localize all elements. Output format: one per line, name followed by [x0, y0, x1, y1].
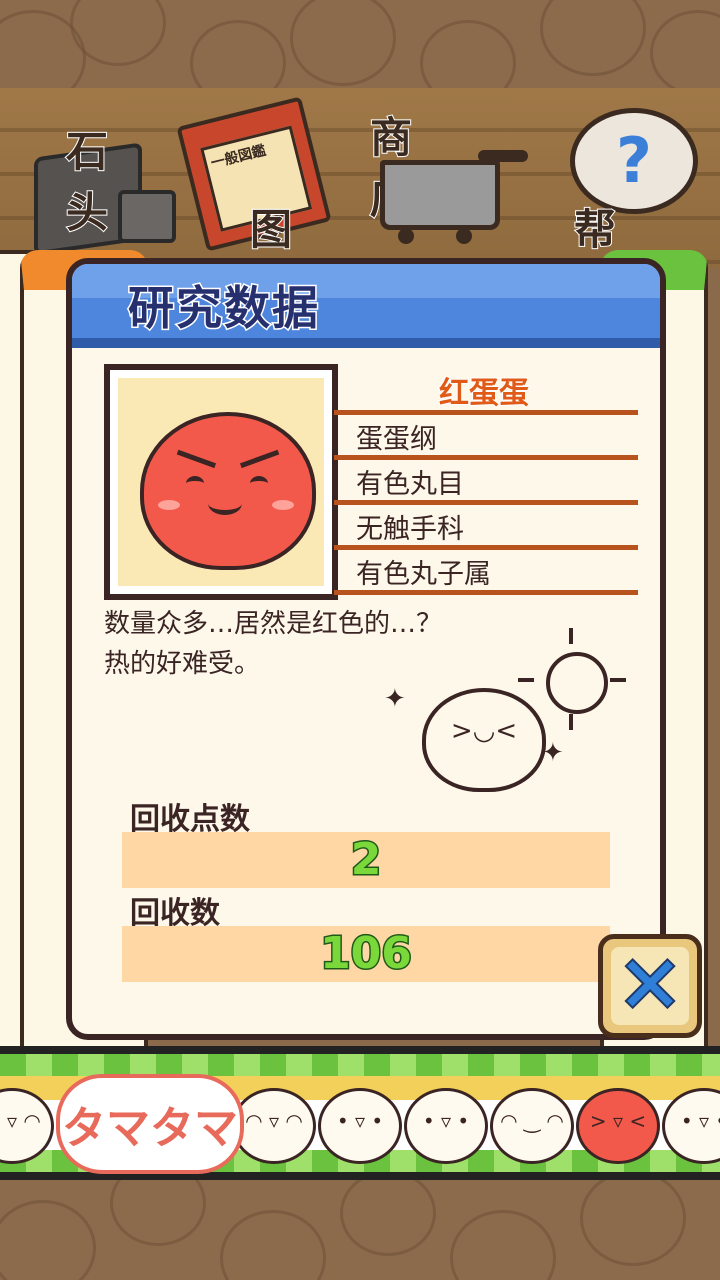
recovery-points-bar: 2: [122, 832, 610, 888]
taxonomy-order: 有色丸目: [334, 455, 638, 500]
sun-icon: [546, 652, 608, 714]
panel-header: 研究数据: [72, 264, 660, 348]
egg-collection-banner[interactable]: ◠ ▿ ◠ ◠ ▿ ◠ • ▿ • • ▿ • ◠ ‿ ◠ > ▿ < • ▿ …: [0, 1046, 720, 1180]
egg-portrait: [104, 364, 338, 600]
red-egg-icon: [140, 412, 316, 570]
taxonomy-family: 无触手科: [334, 500, 638, 545]
panel-title: 研究数据: [127, 280, 320, 337]
stone-menu-label: 石头: [65, 126, 109, 238]
recovery-points-value: 2: [349, 833, 383, 887]
white-egg-icon: ◠ ▿ ◠: [232, 1088, 316, 1164]
egg-description: 数量众多…居然是红色的…？ 热的好难受。: [104, 609, 443, 679]
taxonomy-class: 蛋蛋纲: [334, 410, 638, 455]
sparkle-icon: ✦: [384, 684, 406, 714]
recovery-count-value: 106: [319, 927, 414, 981]
white-egg-icon: ◠ ‿ ◠: [490, 1088, 574, 1164]
sparkle-icon: ✦: [542, 738, 564, 768]
book-cover-text: 一般図鑑: [209, 142, 268, 172]
egg-name: 红蛋蛋: [438, 375, 530, 412]
taxonomy-genus: 有色丸子属: [334, 545, 638, 595]
background-top: [0, 0, 720, 88]
red-egg-icon: > ▿ <: [576, 1088, 660, 1164]
cart-icon: [380, 160, 500, 230]
white-egg-icon: • ▿ •: [404, 1088, 488, 1164]
close-button[interactable]: ✕: [598, 934, 702, 1038]
research-data-panel: 研究数据 红蛋蛋 蛋蛋纲 有色丸目 无触手科 有色丸子属 数量众多…居然是红色的…: [66, 258, 666, 1040]
sweating-egg-doodle: >◡<: [422, 688, 546, 792]
background-bottom: [0, 1180, 720, 1280]
tamatama-logo: タマタマ: [56, 1074, 244, 1174]
recovery-count-bar: 106: [122, 926, 610, 982]
close-icon: ✕: [611, 945, 689, 1027]
white-egg-icon: • ▿ •: [318, 1088, 402, 1164]
